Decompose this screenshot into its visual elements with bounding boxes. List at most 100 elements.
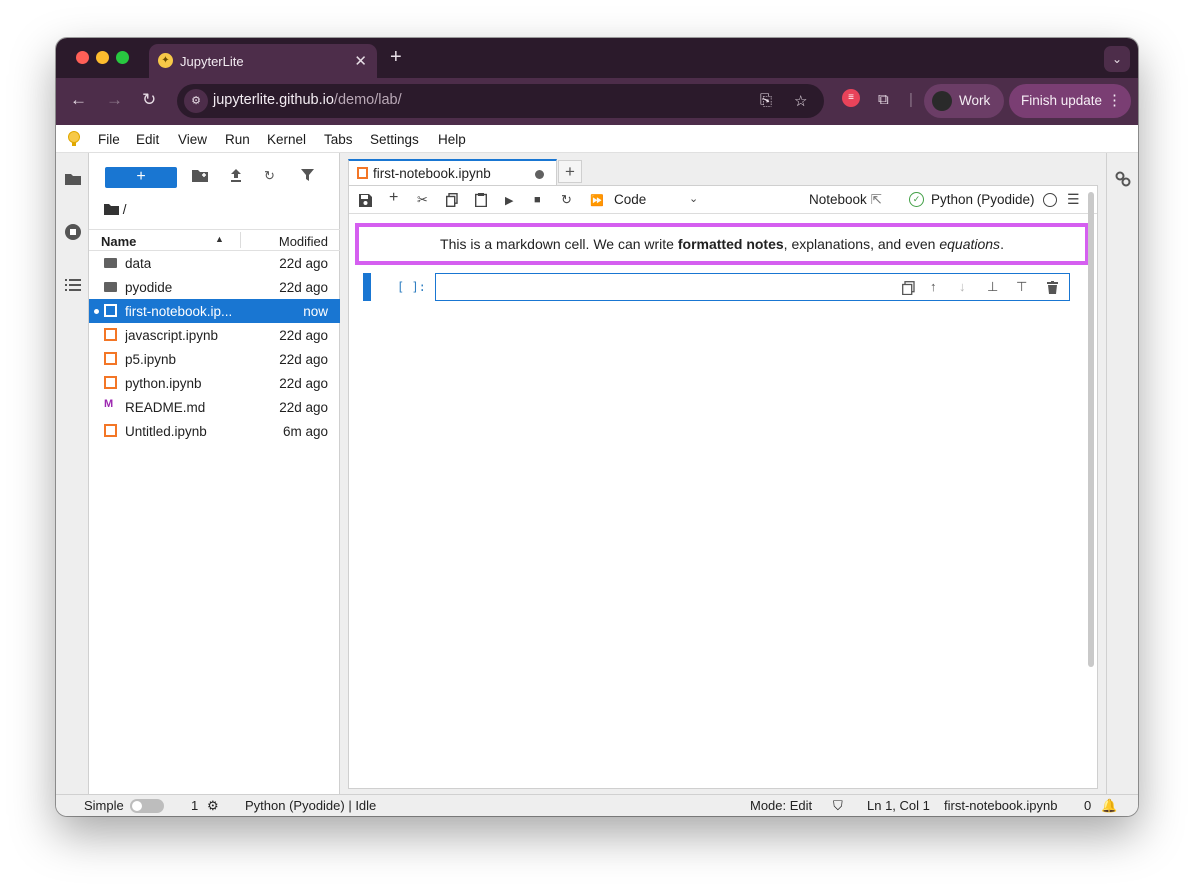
duplicate-cell-icon[interactable] — [902, 281, 915, 295]
column-modified-header[interactable]: Modified — [279, 234, 328, 249]
run-icon[interactable]: ▶ — [505, 194, 513, 207]
insert-cell-icon[interactable]: + — [389, 189, 398, 207]
markdown-cell[interactable]: This is a markdown cell. We can write fo… — [355, 223, 1089, 265]
notebook-label: Notebook — [809, 192, 867, 207]
column-name-header[interactable]: Name — [101, 234, 136, 249]
file-row-data[interactable]: data 22d ago — [89, 251, 340, 275]
cell-type-select[interactable]: Code — [614, 192, 646, 207]
menu-kernel[interactable]: Kernel — [267, 132, 306, 147]
insert-cell-above-icon[interactable]: ⊥ — [987, 279, 998, 295]
terminal-count[interactable]: 1 — [191, 798, 198, 813]
kernel-status[interactable]: Python (Pyodide) | Idle — [245, 798, 376, 813]
simple-mode-label: Simple — [84, 798, 124, 813]
tab-search-icon[interactable]: ⌄ — [1104, 46, 1130, 72]
back-icon[interactable]: ← — [70, 90, 87, 110]
breadcrumb-folder-icon[interactable] — [104, 203, 119, 215]
unsaved-indicator-icon[interactable] — [535, 170, 544, 179]
new-folder-icon[interactable] — [192, 168, 208, 182]
cursor-position[interactable]: Ln 1, Col 1 — [867, 798, 930, 813]
active-cell-indicator[interactable] — [363, 273, 371, 301]
notebook-icon — [104, 304, 117, 317]
close-tab-icon[interactable]: ✕ — [354, 52, 367, 70]
cut-icon[interactable]: ✂ — [417, 192, 428, 208]
property-inspector-gears-icon[interactable] — [1114, 170, 1132, 188]
file-name: pyodide — [125, 280, 173, 295]
file-row-python[interactable]: python.ipynb 22d ago — [89, 371, 340, 395]
file-name: p5.ipynb — [125, 352, 177, 367]
file-name: first-notebook.ip... — [125, 304, 233, 319]
install-app-icon[interactable]: ⎘ — [760, 92, 772, 109]
tab-first-notebook[interactable]: first-notebook.ipynb — [348, 159, 557, 185]
cpu-chip-icon[interactable]: ⚙ — [207, 798, 219, 814]
breadcrumb-path[interactable]: / — [123, 202, 127, 217]
file-row-javascript[interactable]: javascript.ipynb 22d ago — [89, 323, 340, 347]
menu-settings[interactable]: Settings — [370, 132, 419, 147]
toolbar-divider: | — [909, 91, 913, 108]
save-icon[interactable] — [359, 194, 372, 207]
open-notebook-button[interactable]: Notebook ⇱ — [809, 192, 882, 208]
finish-update-label: Finish update — [1021, 93, 1103, 108]
refresh-icon[interactable]: ↻ — [264, 168, 275, 184]
filter-icon[interactable] — [301, 168, 314, 182]
menu-run[interactable]: Run — [225, 132, 250, 147]
menu-help[interactable]: Help — [438, 132, 466, 147]
reload-icon[interactable]: ↻ — [142, 90, 156, 110]
kernel-name-button[interactable]: Python (Pyodide) — [931, 192, 1035, 207]
file-row-p5[interactable]: p5.ipynb 22d ago — [89, 347, 340, 371]
add-tab-button[interactable]: + — [558, 160, 582, 183]
code-cell-editor[interactable]: ↑ ↓ ⊥ ⊤ — [435, 273, 1070, 301]
close-window-button[interactable] — [76, 51, 89, 64]
menu-tabs[interactable]: Tabs — [324, 132, 353, 147]
file-row-pyodide[interactable]: pyodide 22d ago — [89, 275, 340, 299]
minimize-window-button[interactable] — [96, 51, 109, 64]
menu-icon[interactable]: ☰ — [1067, 191, 1080, 208]
file-name: Untitled.ipynb — [125, 424, 207, 439]
file-row-untitled[interactable]: Untitled.ipynb 6m ago — [89, 419, 340, 443]
file-row-first-notebook[interactable]: first-notebook.ip... now — [89, 299, 340, 323]
file-modified: 22d ago — [279, 328, 328, 343]
markdown-icon: M — [104, 398, 114, 410]
upload-icon[interactable] — [229, 168, 243, 182]
file-name: javascript.ipynb — [125, 328, 219, 343]
folder-icon[interactable] — [64, 170, 82, 188]
address-bar[interactable]: ⚙ jupyterlite.github.io/demo/lab/ ⎘ ☆ — [177, 84, 824, 118]
maximize-window-button[interactable] — [116, 51, 129, 64]
menu-edit[interactable]: Edit — [136, 132, 159, 147]
copy-icon[interactable] — [446, 193, 458, 207]
insert-cell-below-icon[interactable]: ⊤ — [1016, 279, 1027, 295]
browser-tab-jupyterlite[interactable]: ✦ JupyterLite ✕ — [149, 44, 377, 78]
simple-mode-toggle[interactable] — [130, 799, 164, 813]
stop-icon[interactable]: ■ — [534, 194, 541, 206]
new-launcher-button[interactable]: + — [105, 167, 177, 188]
running-kernels-icon[interactable] — [64, 223, 82, 241]
bell-icon[interactable]: 🔔 — [1101, 798, 1117, 814]
profile-button[interactable]: Work — [924, 84, 1004, 118]
new-tab-icon[interactable]: + — [390, 46, 402, 69]
file-row-readme[interactable]: M README.md 22d ago — [89, 395, 340, 419]
restart-icon[interactable]: ↻ — [561, 192, 572, 208]
file-modified: 22d ago — [279, 352, 328, 367]
paste-icon[interactable] — [475, 193, 487, 207]
finish-update-button[interactable]: Finish update ⋮ — [1009, 84, 1131, 118]
menu-file[interactable]: File — [98, 132, 120, 147]
file-browser: + ↻ / Name ▲ Modified data 22d ago pyodi… — [89, 153, 340, 794]
sort-ascending-icon[interactable]: ▲ — [215, 234, 224, 244]
chevron-down-icon[interactable]: ⌄ — [689, 192, 698, 205]
delete-cell-icon[interactable] — [1047, 281, 1058, 294]
bookmark-star-icon[interactable]: ☆ — [794, 92, 807, 110]
run-all-icon[interactable]: ⏩ — [590, 194, 604, 207]
extension-red-icon[interactable]: ≡ — [842, 89, 860, 107]
move-cell-down-icon[interactable]: ↓ — [959, 279, 966, 294]
menu-view[interactable]: View — [178, 132, 207, 147]
forward-icon[interactable]: → — [106, 90, 123, 110]
extensions-puzzle-icon[interactable]: ⧉ — [878, 91, 889, 108]
folder-icon — [104, 258, 117, 268]
edit-mode-indicator: Mode: Edit — [750, 798, 813, 813]
notebook-toolbar: + ✂ ▶ ■ ↻ ⏩ Code ⌄ Notebook ⇱ ✓ Python (… — [349, 186, 1097, 214]
notebook-scrollbar[interactable] — [1088, 192, 1094, 667]
file-name: data — [125, 256, 152, 271]
table-of-contents-icon[interactable] — [64, 276, 82, 294]
file-modified: 6m ago — [282, 424, 328, 439]
move-cell-up-icon[interactable]: ↑ — [930, 279, 937, 294]
site-info-icon[interactable]: ⚙ — [184, 89, 208, 113]
